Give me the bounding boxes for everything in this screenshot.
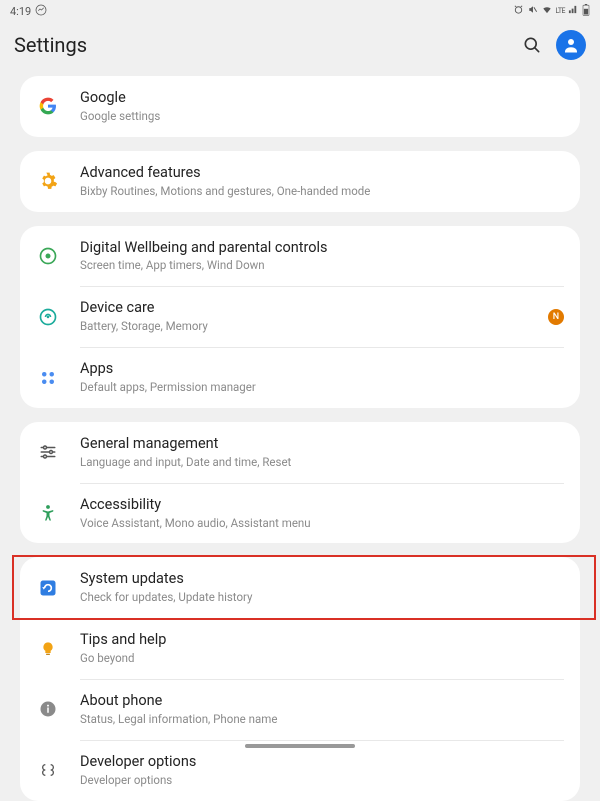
settings-item-subtitle: Bixby Routines, Motions and gestures, On… xyxy=(80,184,564,199)
developer-icon xyxy=(36,758,60,782)
search-icon xyxy=(522,35,542,55)
account-button[interactable] xyxy=(556,30,586,60)
settings-item-title: About phone xyxy=(80,692,564,711)
settings-list: Google Google settings Advanced features… xyxy=(0,76,600,801)
notification-badge: N xyxy=(548,309,564,325)
settings-item-subtitle: Google settings xyxy=(80,109,564,124)
settings-card: Digital Wellbeing and parental controls … xyxy=(20,226,580,408)
wifi-icon xyxy=(541,4,553,18)
alarm-icon xyxy=(513,4,524,18)
settings-item-subtitle: Language and input, Date and time, Reset xyxy=(80,455,564,470)
settings-card: Google Google settings xyxy=(20,76,580,137)
search-button[interactable] xyxy=(520,33,544,57)
google-icon xyxy=(36,94,60,118)
status-left: 4:19 xyxy=(10,4,47,19)
settings-item-title: General management xyxy=(80,435,564,454)
lte-icon: LTE xyxy=(556,7,566,15)
settings-item-general-management[interactable]: General management Language and input, D… xyxy=(20,422,580,483)
settings-item-tips-and-help[interactable]: Tips and help Go beyond xyxy=(20,618,580,679)
settings-item-title: Apps xyxy=(80,360,564,379)
status-time: 4:19 xyxy=(10,5,31,18)
settings-item-title: Advanced features xyxy=(80,164,564,183)
settings-item-subtitle: Check for updates, Update history xyxy=(80,590,564,605)
settings-item-digital-wellbeing[interactable]: Digital Wellbeing and parental controls … xyxy=(20,226,580,287)
status-right: LTE xyxy=(513,4,591,19)
settings-item-title: System updates xyxy=(80,570,564,589)
navigation-handle[interactable] xyxy=(245,744,355,748)
settings-item-subtitle: Screen time, App timers, Wind Down xyxy=(80,258,564,273)
settings-item-subtitle: Battery, Storage, Memory xyxy=(80,319,548,334)
settings-item-subtitle: Developer options xyxy=(80,773,564,788)
settings-item-developer-options[interactable]: Developer options Developer options xyxy=(20,740,580,801)
settings-item-device-care[interactable]: Device care Battery, Storage, Memory N xyxy=(20,286,580,347)
settings-item-title: Accessibility xyxy=(80,496,564,515)
settings-item-advanced-features[interactable]: Advanced features Bixby Routines, Motion… xyxy=(20,151,580,212)
settings-item-about-phone[interactable]: About phone Status, Legal information, P… xyxy=(20,679,580,740)
settings-item-google[interactable]: Google Google settings xyxy=(20,76,580,137)
settings-item-subtitle: Default apps, Permission manager xyxy=(80,380,564,395)
settings-item-subtitle: Voice Assistant, Mono audio, Assistant m… xyxy=(80,516,564,531)
updates-icon xyxy=(36,576,60,600)
apps-icon xyxy=(36,366,60,390)
messenger-icon xyxy=(35,4,47,19)
header: Settings xyxy=(0,22,600,76)
header-actions xyxy=(520,30,586,60)
signal-icon xyxy=(568,4,579,18)
settings-item-apps[interactable]: Apps Default apps, Permission manager xyxy=(20,347,580,408)
settings-item-subtitle: Status, Legal information, Phone name xyxy=(80,712,564,727)
settings-card: System updates Check for updates, Update… xyxy=(20,557,580,800)
settings-item-accessibility[interactable]: Accessibility Voice Assistant, Mono audi… xyxy=(20,483,580,544)
settings-item-title: Tips and help xyxy=(80,631,564,650)
settings-item-system-updates[interactable]: System updates Check for updates, Update… xyxy=(20,557,580,618)
advanced-icon xyxy=(36,169,60,193)
tips-icon xyxy=(36,637,60,661)
wellbeing-icon xyxy=(36,244,60,268)
about-icon xyxy=(36,697,60,721)
mute-icon xyxy=(527,4,538,18)
settings-card: Advanced features Bixby Routines, Motion… xyxy=(20,151,580,212)
battery-icon xyxy=(582,4,590,19)
settings-item-title: Developer options xyxy=(80,753,564,772)
settings-item-subtitle: Go beyond xyxy=(80,651,564,666)
person-icon xyxy=(562,36,580,54)
accessibility-icon xyxy=(36,501,60,525)
settings-card: General management Language and input, D… xyxy=(20,422,580,544)
settings-item-title: Device care xyxy=(80,299,548,318)
status-bar: 4:19 LTE xyxy=(0,0,600,22)
general-icon xyxy=(36,440,60,464)
device-care-icon xyxy=(36,305,60,329)
settings-item-title: Google xyxy=(80,89,564,108)
settings-item-title: Digital Wellbeing and parental controls xyxy=(80,239,564,258)
page-title: Settings xyxy=(14,33,87,57)
